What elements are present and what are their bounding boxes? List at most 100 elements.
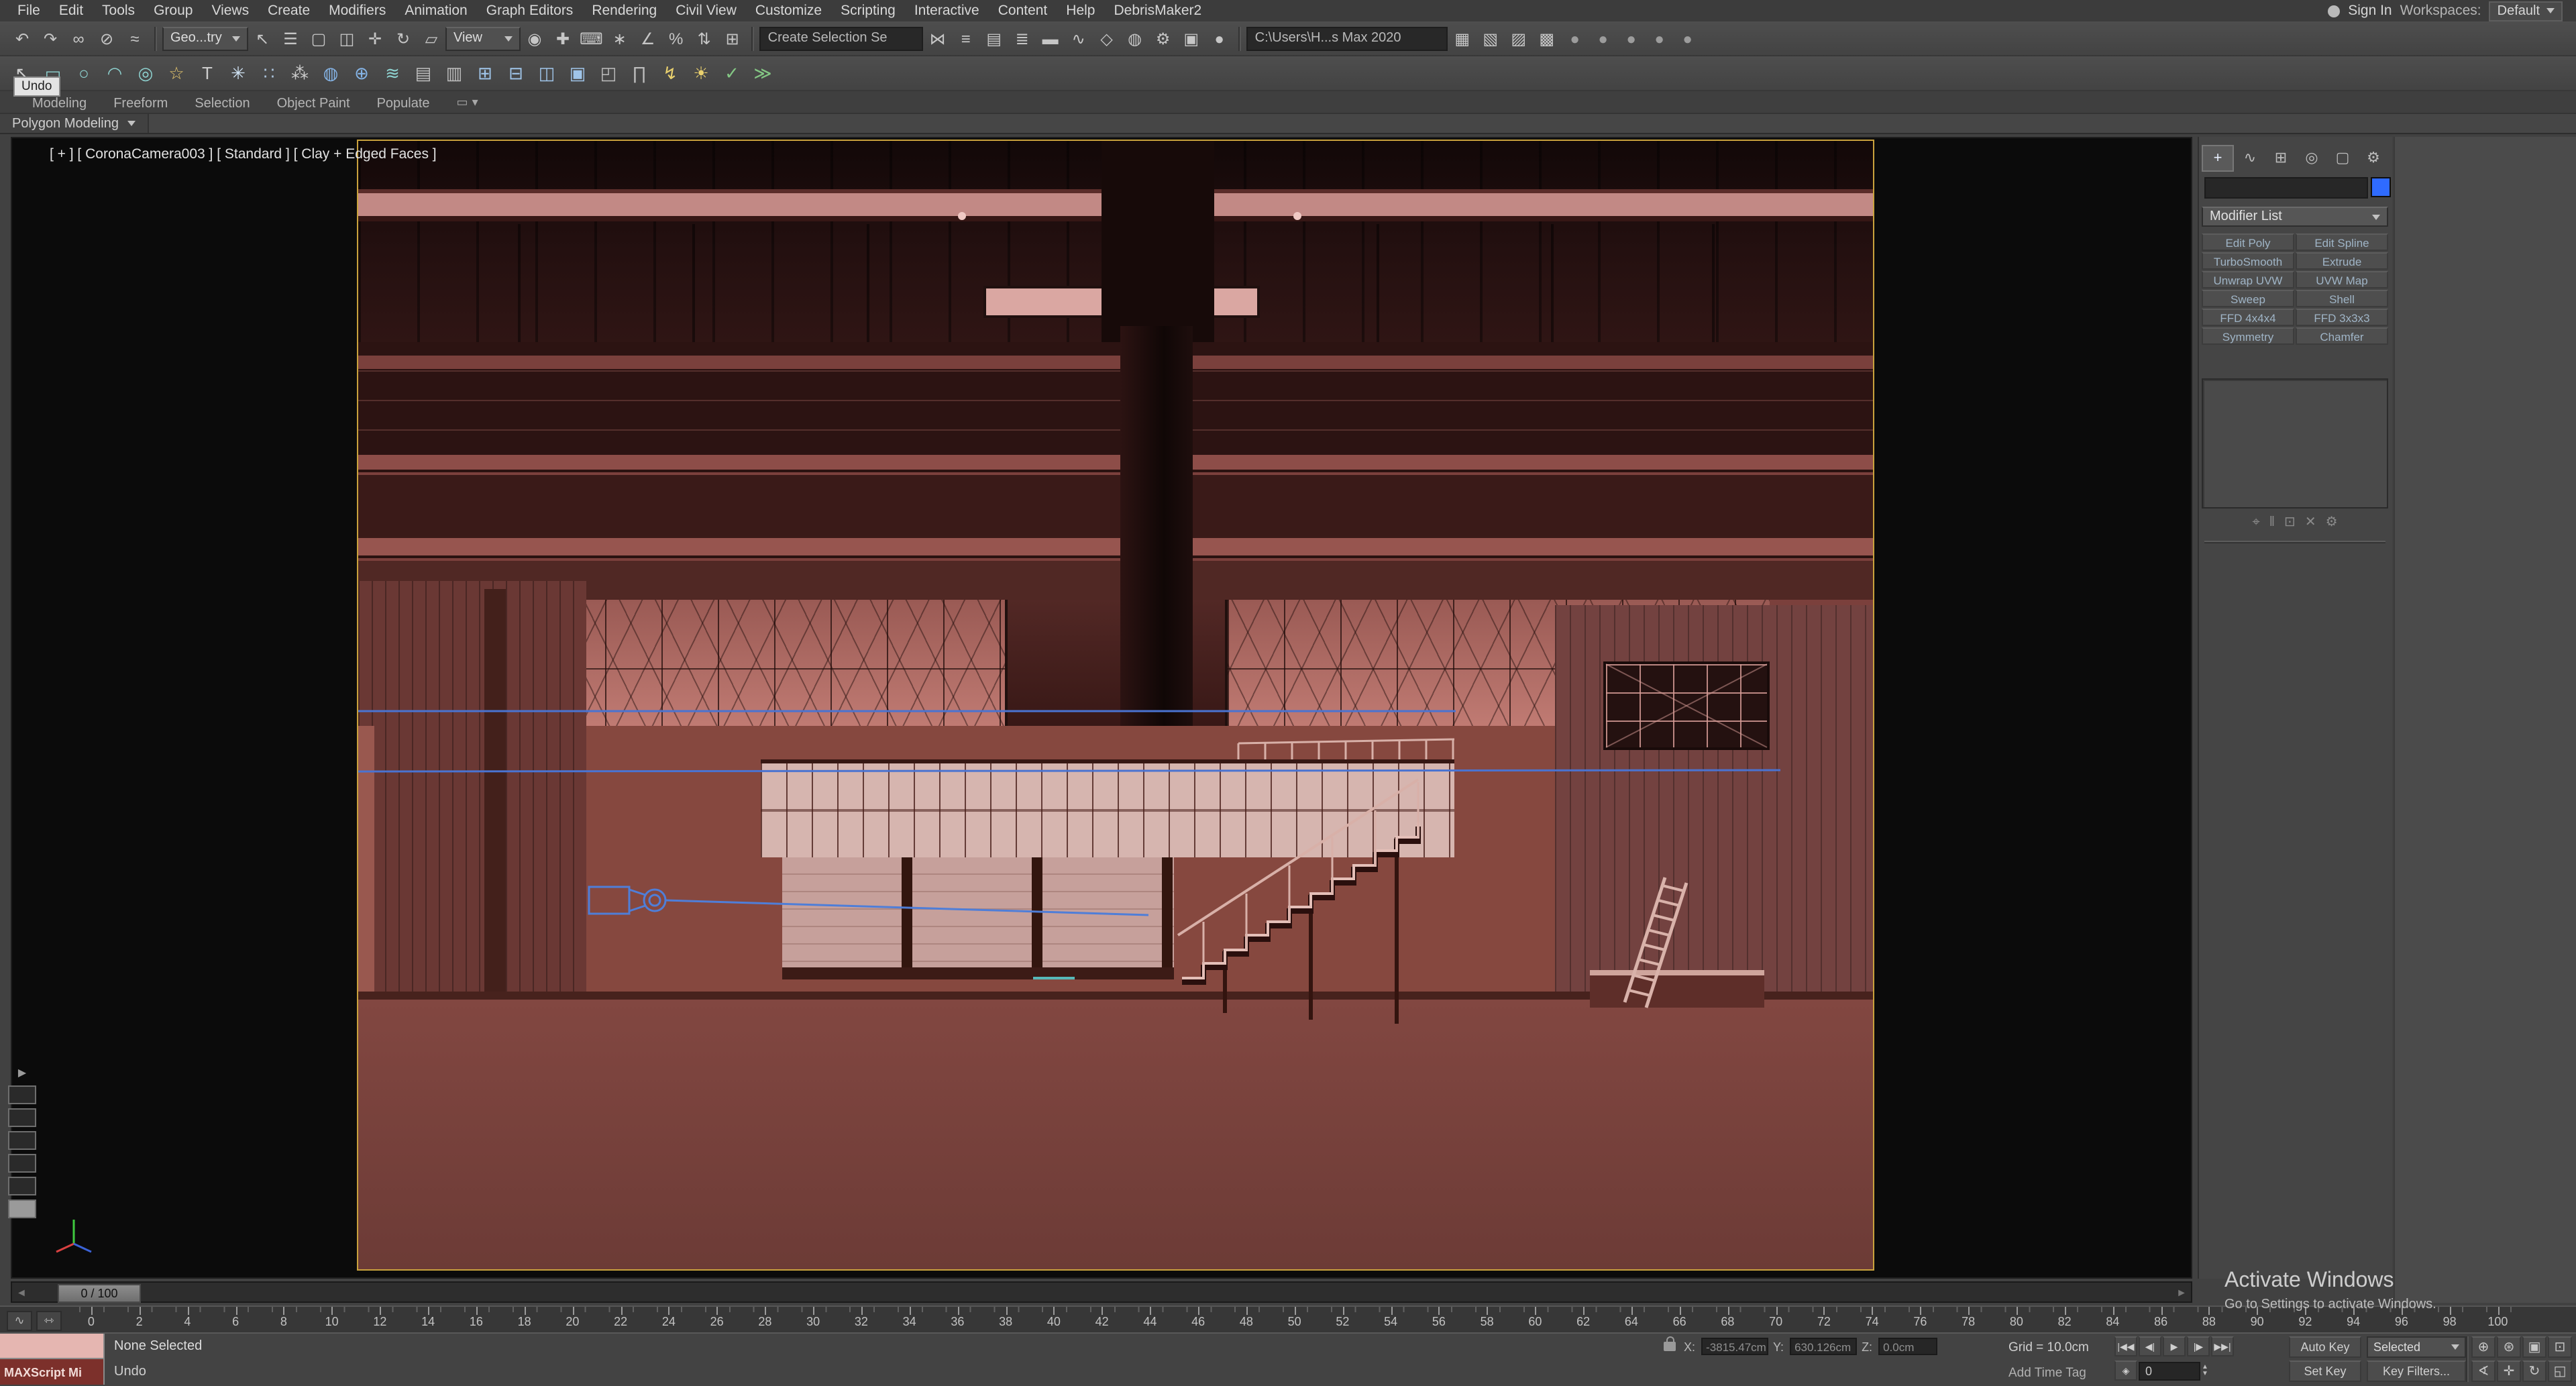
ribbon-toggle-icon[interactable]: ▬: [1036, 24, 1065, 52]
modifier-preset-button[interactable]: Symmetry: [2202, 327, 2294, 345]
schematic-view-icon[interactable]: ◇: [1093, 24, 1121, 52]
modifier-preset-button[interactable]: Sweep: [2202, 290, 2294, 307]
menu-item[interactable]: Views: [202, 0, 258, 21]
render-flyout-2-icon[interactable]: ●: [1589, 24, 1617, 52]
measure-icon[interactable]: ∏: [625, 59, 653, 87]
add-time-tag[interactable]: Add Time Tag: [2008, 1366, 2086, 1381]
geosphere-icon[interactable]: ⊕: [347, 59, 376, 87]
curve-editor-icon[interactable]: ∿: [1065, 24, 1093, 52]
modifier-preset-button[interactable]: Shell: [2296, 290, 2388, 307]
mirror-icon[interactable]: ⋈: [924, 24, 952, 52]
mini-curve-editor-icon[interactable]: ∿: [7, 1311, 32, 1331]
state-sets-icon[interactable]: ▩: [1533, 24, 1561, 52]
frame-tick[interactable]: 74: [1848, 1307, 1896, 1328]
frame-tick[interactable]: 28: [741, 1307, 790, 1328]
frame-tick[interactable]: 18: [500, 1307, 549, 1328]
modifier-preset-button[interactable]: Extrude: [2296, 252, 2388, 270]
menu-item[interactable]: DebrisMaker2: [1105, 0, 1212, 21]
track-range-icon[interactable]: ⇿: [36, 1311, 62, 1331]
menu-item[interactable]: Content: [989, 0, 1057, 21]
menu-item[interactable]: Modifiers: [319, 0, 395, 21]
frame-tick[interactable]: 60: [1511, 1307, 1560, 1328]
y-coordinate-field[interactable]: 630.126cm: [1789, 1338, 1857, 1355]
modifier-list-dropdown[interactable]: Modifier List: [2202, 207, 2388, 227]
viewport-label[interactable]: [ + ] [ CoronaCamera003 ] [ Standard ] […: [50, 146, 437, 162]
material-editor-icon[interactable]: ◍: [1121, 24, 1149, 52]
frame-tick[interactable]: 78: [1944, 1307, 1992, 1328]
configure-modifier-sets-icon[interactable]: ⚙: [2326, 515, 2338, 530]
frame-tick[interactable]: 68: [1704, 1307, 1752, 1328]
hierarchy-tab-icon[interactable]: ⊞: [2266, 145, 2296, 169]
time-slider-right-arrow-icon[interactable]: ►: [2176, 1287, 2187, 1299]
menu-item[interactable]: Customize: [746, 0, 831, 21]
selection-filter-dropdown[interactable]: Geo...try: [162, 26, 248, 50]
utilities-tab-icon[interactable]: ⚙: [2359, 145, 2388, 169]
frame-tick[interactable]: 26: [693, 1307, 741, 1328]
viewport-layout-tab[interactable]: [8, 1108, 36, 1127]
display-tab-icon[interactable]: ▢: [2328, 145, 2357, 169]
menu-item[interactable]: File: [8, 0, 50, 21]
ribbon-minimize-icon[interactable]: ▾: [472, 95, 478, 109]
layout-icon[interactable]: ◰: [594, 59, 623, 87]
grid-array-icon[interactable]: ▣: [564, 59, 592, 87]
frame-tick[interactable]: 0: [67, 1307, 115, 1328]
frame-tick[interactable]: 6: [211, 1307, 260, 1328]
select-by-name-icon[interactable]: ☰: [276, 24, 305, 52]
star-shape-icon[interactable]: ☆: [162, 59, 191, 87]
zoom-extents-icon[interactable]: ▣: [2522, 1336, 2546, 1358]
sign-in-link[interactable]: Sign In: [2348, 3, 2392, 19]
panel-a-icon[interactable]: ▤: [409, 59, 437, 87]
show-end-result-icon[interactable]: ‖: [2269, 515, 2275, 530]
snaps-toggle-icon[interactable]: ∗: [606, 24, 634, 52]
macro-recorder-field[interactable]: [0, 1334, 105, 1359]
menu-item[interactable]: Help: [1057, 0, 1104, 21]
render-setup-icon[interactable]: ⚙: [1149, 24, 1177, 52]
modifier-preset-button[interactable]: FFD 3x3x3: [2296, 309, 2388, 326]
frame-tick[interactable]: 50: [1271, 1307, 1319, 1328]
selection-lock-icon[interactable]: [1664, 1336, 1676, 1351]
viewport-layout-tab[interactable]: [8, 1154, 36, 1173]
modifier-preset-button[interactable]: Chamfer: [2296, 327, 2388, 345]
modifier-preset-button[interactable]: Unwrap UVW: [2202, 271, 2294, 288]
play-icon[interactable]: ▶: [2163, 1336, 2186, 1356]
field-of-view-icon[interactable]: ∢: [2471, 1361, 2496, 1382]
arc-shape-icon[interactable]: ◠: [101, 59, 129, 87]
frame-tick[interactable]: 46: [1174, 1307, 1222, 1328]
modifier-stack-list[interactable]: [2202, 378, 2388, 509]
render-flyout-1-icon[interactable]: ●: [1561, 24, 1589, 52]
select-and-manipulate-icon[interactable]: ✚: [549, 24, 577, 52]
sun-icon[interactable]: ☀: [687, 59, 715, 87]
frame-tick[interactable]: 14: [404, 1307, 452, 1328]
select-object-icon[interactable]: ↖: [248, 24, 276, 52]
render-flyout-5-icon[interactable]: ●: [1674, 24, 1702, 52]
viewport-layout-tab-active[interactable]: [8, 1200, 36, 1218]
maxscript-mini-listener[interactable]: MAXScript Mi: [0, 1359, 105, 1385]
object-color-swatch[interactable]: [2371, 177, 2391, 197]
select-and-scale-icon[interactable]: ▱: [417, 24, 445, 52]
zoom-icon[interactable]: ⊕: [2471, 1336, 2496, 1358]
frame-tick[interactable]: 64: [1607, 1307, 1656, 1328]
check-icon[interactable]: ✓: [718, 59, 746, 87]
frame-tick[interactable]: 76: [1896, 1307, 1945, 1328]
menu-item[interactable]: Interactive: [905, 0, 989, 21]
scatter-icon[interactable]: ∷: [255, 59, 283, 87]
frame-tick[interactable]: 58: [1463, 1307, 1511, 1328]
ribbon-tab[interactable]: Selection: [181, 94, 263, 113]
modifier-preset-button[interactable]: FFD 4x4x4: [2202, 309, 2294, 326]
ribbon-tab[interactable]: Object Paint: [264, 94, 364, 113]
circle-shape-icon[interactable]: ○: [70, 59, 98, 87]
panel-b-icon[interactable]: ▥: [440, 59, 468, 87]
layout-tabs-expand-icon[interactable]: ▶: [18, 1067, 26, 1079]
frame-tick[interactable]: 70: [1752, 1307, 1800, 1328]
frame-tick[interactable]: 40: [1030, 1307, 1078, 1328]
time-slider-left-arrow-icon[interactable]: ◄: [16, 1287, 27, 1299]
array-minus-icon[interactable]: ⊟: [502, 59, 530, 87]
frame-tick[interactable]: 86: [2137, 1307, 2185, 1328]
object-name-field[interactable]: [2204, 177, 2368, 199]
set-key-button[interactable]: Set Key: [2289, 1361, 2361, 1382]
frame-tick[interactable]: 38: [981, 1307, 1030, 1328]
select-and-link-icon[interactable]: ∞: [64, 24, 93, 52]
frame-tick[interactable]: 22: [596, 1307, 645, 1328]
menu-item[interactable]: Group: [144, 0, 202, 21]
bind-to-space-warp-icon[interactable]: ≈: [121, 24, 149, 52]
